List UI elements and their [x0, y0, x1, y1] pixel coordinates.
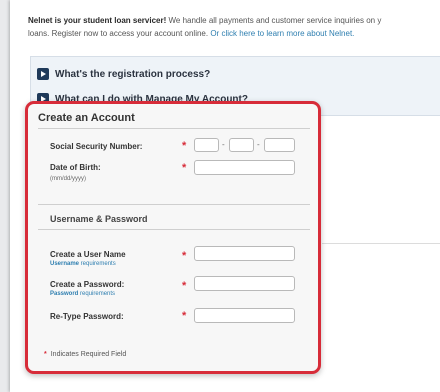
faq-item-label: What's the registration process? — [55, 68, 211, 80]
username-input[interactable] — [194, 246, 295, 261]
username-req-text: requirements — [79, 261, 116, 267]
divider — [322, 243, 440, 244]
ssn-separator: - — [222, 140, 225, 149]
password-req-bold: Password — [50, 291, 79, 297]
username-label: Create a User Name — [50, 250, 126, 259]
password-requirements-link[interactable]: Password requirements — [50, 291, 115, 297]
intro-line2: loans. Register now to access your accou… — [28, 29, 211, 38]
intro-text: Nelnet is your student loan servicer! We… — [28, 14, 440, 40]
required-note-text: Indicates Required Field — [50, 351, 127, 358]
dob-label: Date of Birth: — [50, 163, 101, 172]
required-star: * — [182, 310, 187, 322]
divider — [38, 204, 310, 205]
divider — [38, 229, 310, 230]
intro-line1: We handle all payments and customer serv… — [166, 16, 382, 25]
required-star: * — [182, 250, 187, 262]
required-star: * — [182, 140, 187, 152]
username-req-bold: Username — [50, 261, 80, 267]
play-icon — [37, 68, 49, 80]
dob-input[interactable] — [194, 160, 295, 175]
retype-password-label: Re-Type Password: — [50, 312, 124, 321]
ssn-label: Social Security Number: — [50, 142, 143, 151]
section-title-credentials: Username & Password — [50, 214, 148, 224]
learn-more-link[interactable]: Or click here to learn more about Nelnet… — [210, 29, 354, 38]
intro-bold: Nelnet is your student loan servicer! — [28, 16, 167, 25]
ssn-part1-input[interactable] — [194, 138, 219, 152]
create-account-form: Create an Account Social Security Number… — [25, 101, 321, 374]
form-title: Create an Account — [38, 112, 135, 124]
username-requirements-link[interactable]: Username requirements — [50, 261, 116, 267]
ssn-separator: - — [257, 140, 260, 149]
password-req-text: requirements — [78, 291, 116, 297]
required-star: * — [182, 162, 187, 174]
ssn-part2-input[interactable] — [229, 138, 254, 152]
dob-hint: (mm/dd/yyyy) — [50, 176, 86, 182]
required-star: * — [44, 351, 47, 358]
ssn-part3-input[interactable] — [264, 138, 295, 152]
faq-item-registration[interactable]: What's the registration process? — [37, 67, 210, 81]
retype-password-input[interactable] — [194, 308, 295, 323]
required-note: * Indicates Required Field — [44, 351, 126, 358]
password-input[interactable] — [194, 276, 295, 291]
divider — [38, 128, 310, 129]
required-star: * — [182, 280, 187, 292]
password-label: Create a Password: — [50, 280, 125, 289]
